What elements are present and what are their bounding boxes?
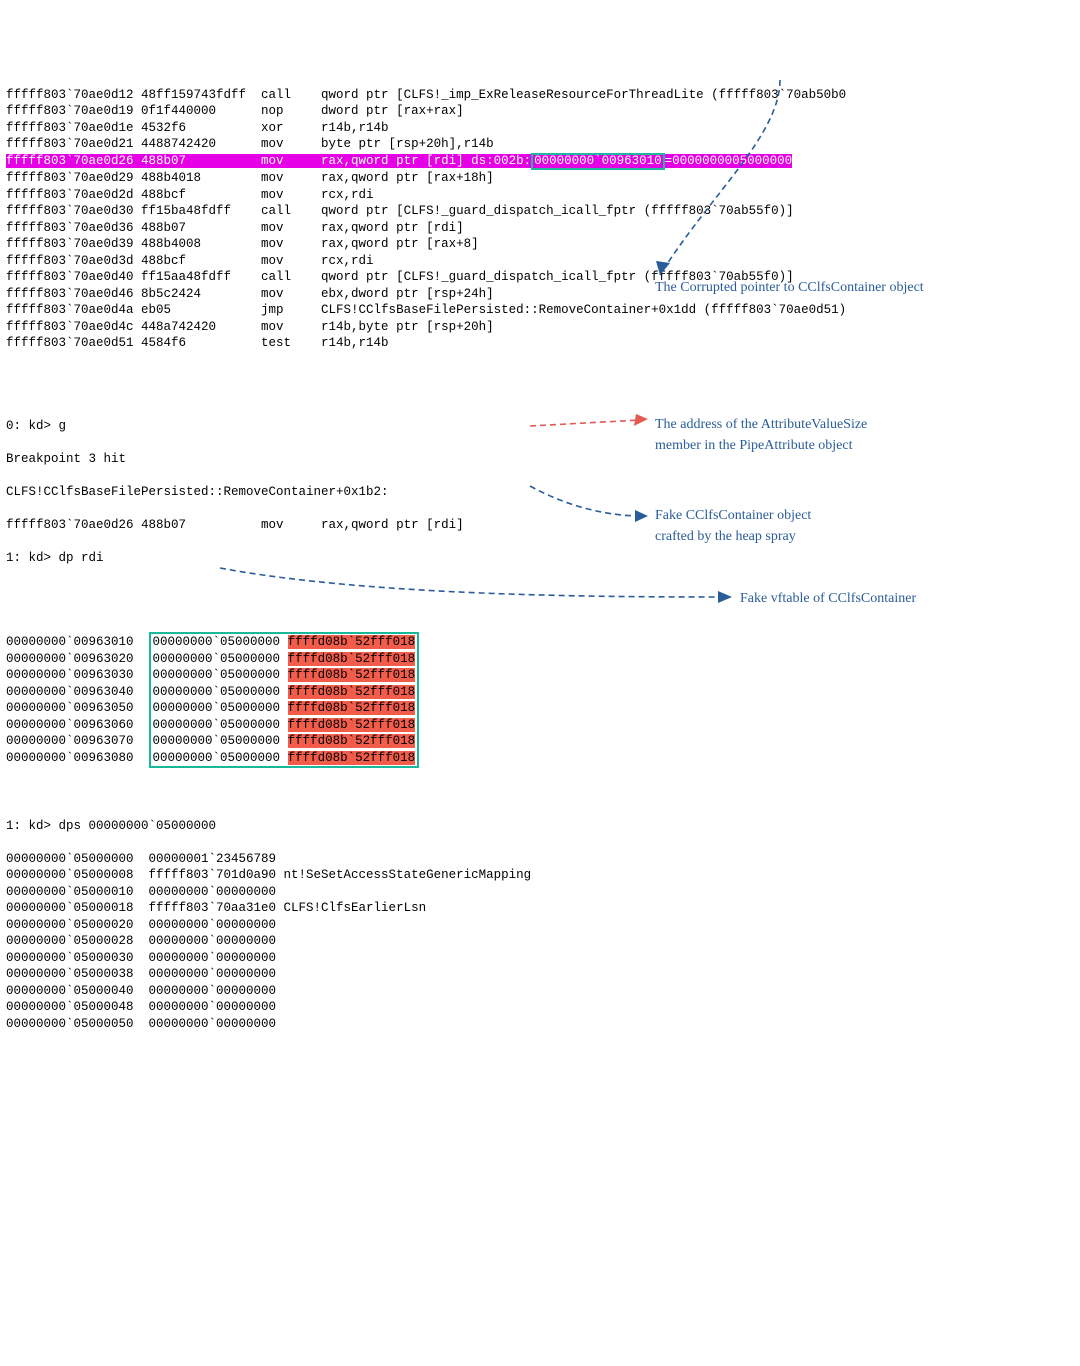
asm-line: fffff803`70ae0d26 488b07 mov rax,qword p… (6, 153, 1080, 171)
annotation-corrupted-pointer: The Corrupted pointer to CClfsContainer … (655, 277, 924, 298)
dps-row: 00000000`05000000 00000001`23456789 (6, 851, 1080, 868)
asm-line: fffff803`70ae0d12 48ff159743fdff call qw… (6, 87, 1080, 104)
asm-line: fffff803`70ae0d19 0f1f440000 nop dword p… (6, 103, 1080, 120)
dp-row: 00000000`00963080 00000000`05000000 ffff… (6, 750, 1080, 769)
kd-prompt-dps: 1: kd> dps 00000000`05000000 (6, 818, 1080, 835)
asm-line: fffff803`70ae0d29 488b4018 mov rax,qword… (6, 170, 1080, 187)
dp-row: 00000000`00963040 00000000`05000000 ffff… (6, 684, 1080, 701)
asm-line: fffff803`70ae0d51 4584f6 test r14b,r14b (6, 335, 1080, 352)
asm-line: fffff803`70ae0d3d 488bcf mov rcx,rdi (6, 253, 1080, 270)
disassembly-listing: fffff803`70ae0d12 48ff159743fdff call qw… (6, 87, 1080, 352)
asm-line: fffff803`70ae0d4a eb05 jmp CLFS!CClfsBas… (6, 302, 1080, 319)
symbol-line: CLFS!CClfsBaseFilePersisted::RemoveConta… (6, 484, 1080, 501)
annotation-fake-cclfs: Fake CClfsContainer object crafted by th… (655, 505, 811, 547)
dps-row: 00000000`05000030 00000000`00000000 (6, 950, 1080, 967)
kd-prompt: 0: kd> g (6, 418, 1080, 435)
dps-row: 00000000`05000020 00000000`00000000 (6, 917, 1080, 934)
asm-line: fffff803`70ae0d21 4488742420 mov byte pt… (6, 136, 1080, 153)
kd-prompt-dp: 1: kd> dp rdi (6, 550, 1080, 567)
asm-line: fffff803`70ae0d36 488b07 mov rax,qword p… (6, 220, 1080, 237)
dp-row: 00000000`00963010 00000000`05000000 ffff… (6, 632, 1080, 651)
dp-row: 00000000`00963030 00000000`05000000 ffff… (6, 667, 1080, 684)
dp-row: 00000000`00963070 00000000`05000000 ffff… (6, 733, 1080, 750)
asm-line: fffff803`70ae0d2d 488bcf mov rcx,rdi (6, 187, 1080, 204)
asm-line: fffff803`70ae0d4c 448a742420 mov r14b,by… (6, 319, 1080, 336)
dps-row: 00000000`05000008 fffff803`701d0a90 nt!S… (6, 867, 1080, 884)
asm-line: fffff803`70ae0d1e 4532f6 xor r14b,r14b (6, 120, 1080, 137)
dps-row: 00000000`05000048 00000000`00000000 (6, 999, 1080, 1016)
dps-row: 00000000`05000018 fffff803`70aa31e0 CLFS… (6, 900, 1080, 917)
debugger-output: 0: kd> g Breakpoint 3 hit CLFS!CClfsBase… (6, 401, 1080, 583)
dps-row: 00000000`05000010 00000000`00000000 (6, 884, 1080, 901)
annotation-fake-vftable: Fake vftable of CClfsContainer (740, 588, 916, 609)
dp-row: 00000000`00963050 00000000`05000000 ffff… (6, 700, 1080, 717)
dps-row: 00000000`05000038 00000000`00000000 (6, 966, 1080, 983)
asm-line: fffff803`70ae0d39 488b4008 mov rax,qword… (6, 236, 1080, 253)
dps-row: 00000000`05000050 00000000`00000000 (6, 1016, 1080, 1033)
annotation-attr-value-size: The address of the AttributeValueSize me… (655, 414, 867, 456)
memory-dump-dps: 00000000`05000000 00000001`2345678900000… (6, 851, 1080, 1033)
dp-row: 00000000`00963060 00000000`05000000 ffff… (6, 717, 1080, 734)
disasm-at-break: fffff803`70ae0d26 488b07 mov rax,qword p… (6, 517, 1080, 534)
memory-dump-dp: 00000000`00963010 00000000`05000000 ffff… (6, 632, 1080, 768)
breakpoint-hit: Breakpoint 3 hit (6, 451, 1080, 468)
asm-line: fffff803`70ae0d30 ff15ba48fdff call qwor… (6, 203, 1080, 220)
dp-row: 00000000`00963020 00000000`05000000 ffff… (6, 651, 1080, 668)
dps-row: 00000000`05000040 00000000`00000000 (6, 983, 1080, 1000)
dps-row: 00000000`05000028 00000000`00000000 (6, 933, 1080, 950)
